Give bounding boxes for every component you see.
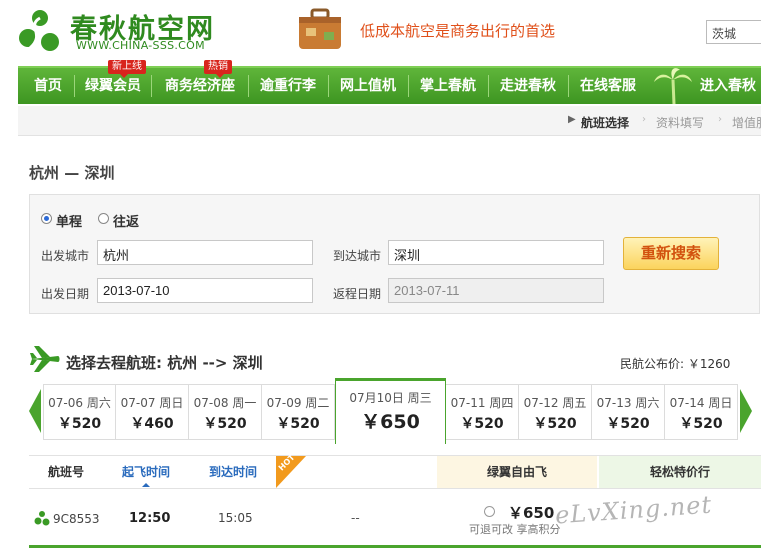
depart-city-input[interactable]: 杭州: [97, 240, 313, 265]
flight-number[interactable]: 9C8553: [53, 512, 100, 526]
date-tab[interactable]: 07-09 周二 ￥520: [262, 384, 335, 440]
depart-date-input[interactable]: 2013-07-10: [97, 278, 313, 303]
col-easy-special: 轻松特价行: [599, 456, 761, 488]
depart-city-label: 出发城市: [41, 249, 90, 263]
search-panel: 单程 往返 出发城市 杭州 到达城市 深圳 出发日期 2013-07-10 返程…: [29, 194, 760, 314]
date-tab[interactable]: 07-11 周四 ￥520: [446, 384, 519, 440]
public-price: 民航公布价: ￥1260: [620, 357, 731, 371]
nav-about[interactable]: 走进春秋: [494, 68, 562, 104]
date-tab[interactable]: 07-08 周一 ￥520: [189, 384, 262, 440]
col-depart-time[interactable]: 起飞时间: [109, 456, 183, 488]
nav-separator: [248, 75, 249, 97]
slogan: 低成本航空是商务出行的首选: [360, 22, 556, 40]
date-price: ￥520: [460, 416, 504, 432]
sort-asc-icon: [142, 483, 150, 487]
round-trip-radio[interactable]: [98, 213, 109, 224]
date-label: 07-14 周日: [669, 396, 733, 410]
top-search-input[interactable]: 茨城: [706, 20, 761, 44]
nav-excess-baggage[interactable]: 逾重行李: [254, 68, 322, 104]
col-arrive-time[interactable]: 到达时间: [193, 456, 273, 488]
nav-online-service[interactable]: 在线客服: [574, 68, 642, 104]
col-depart-time-label: 起飞时间: [121, 465, 170, 479]
prev-dates-arrow-icon[interactable]: [29, 389, 41, 433]
palm-tree-icon: [654, 68, 692, 104]
return-date-input[interactable]: 2013-07-11: [388, 278, 604, 303]
date-tab[interactable]: 07-12 周五 ￥520: [519, 384, 592, 440]
site-header: 春秋航空网 WWW.CHINA-SSS.COM 低成本航空是商务出行的首选 茨城: [0, 0, 761, 66]
nav-enter-spring[interactable]: 进入春秋: [700, 68, 761, 104]
return-date-label: 返程日期: [333, 287, 382, 301]
col-flight-no: 航班号: [47, 465, 84, 479]
flight-table-header: 航班号 起飞时间 到达时间 HOT 商务经济座 绿翼自由飞 轻松特价行: [29, 453, 761, 489]
main-nav: 首页 绿翼会员 新上线 商务经济座 热销 逾重行李 网上值机 掌上春航 走进春秋…: [18, 60, 761, 104]
date-price: ￥650: [361, 411, 420, 433]
green-free-price: ￥650: [508, 504, 555, 522]
date-tab[interactable]: 07-13 周六 ￥520: [592, 384, 665, 440]
step-value-added: 增值服: [732, 116, 761, 130]
date-tab-selected[interactable]: 07月10日 周三 ￥650: [335, 378, 446, 444]
step-arrow-icon: ›: [718, 114, 722, 125]
date-price: ￥520: [57, 416, 102, 432]
date-label: 07-07 周日: [120, 396, 184, 410]
one-way-label[interactable]: 单程: [56, 211, 82, 230]
nav-separator: [74, 75, 75, 97]
date-tab[interactable]: 07-07 周日 ￥460: [116, 384, 189, 440]
date-price: ￥520: [679, 416, 723, 432]
depart-time: 12:50: [129, 511, 171, 526]
nav-home[interactable]: 首页: [28, 68, 68, 104]
logo-domain: WWW.CHINA-SSS.COM: [76, 39, 205, 52]
step-arrow-icon: ▶: [568, 114, 576, 125]
date-selector: 07-06 周六 ￥520 07-07 周日 ￥460 07-08 周一 ￥52…: [29, 378, 761, 445]
date-tab[interactable]: 07-14 周日 ￥520: [665, 384, 738, 440]
date-label: 07-06 周六: [48, 396, 111, 410]
one-way-radio[interactable]: [41, 213, 52, 224]
round-trip-label[interactable]: 往返: [113, 211, 139, 230]
spring-logo-icon[interactable]: [16, 8, 64, 56]
nav-separator: [488, 75, 489, 97]
date-label: 07-11 周四: [450, 396, 514, 410]
depart-date-label: 出发日期: [41, 287, 90, 301]
hot-sale-badge: 热销: [204, 60, 232, 78]
date-price: ￥520: [203, 416, 247, 432]
date-label: 07-09 周二: [266, 396, 330, 410]
suitcase-icon: [299, 8, 341, 49]
date-price: ￥460: [130, 416, 174, 432]
step-arrow-icon: ›: [642, 114, 646, 125]
date-price: ￥520: [276, 416, 320, 432]
date-tab[interactable]: 07-06 周六 ￥520: [43, 384, 116, 440]
nav-mobile[interactable]: 掌上春航: [414, 68, 482, 104]
arrive-time: 15:05: [218, 511, 253, 525]
arrive-city-label: 到达城市: [333, 249, 382, 263]
col-green-free: 绿翼自由飞: [437, 456, 597, 488]
date-label: 07月10日 周三: [349, 391, 432, 405]
nav-online-checkin[interactable]: 网上值机: [334, 68, 402, 104]
airline-logo-icon: [34, 511, 50, 526]
green-free-note: 可退可改 享高积分: [469, 523, 561, 536]
date-label: 07-12 周五: [523, 396, 587, 410]
research-button[interactable]: 重新搜索: [623, 237, 719, 270]
green-free-radio[interactable]: [484, 506, 495, 517]
nav-separator: [408, 75, 409, 97]
date-label: 07-13 周六: [596, 396, 660, 410]
step-info-fill: 资料填写: [656, 116, 705, 130]
business-price: --: [351, 511, 360, 525]
date-price: ￥520: [606, 416, 650, 432]
new-badge: 新上线: [108, 60, 146, 78]
date-price: ￥520: [533, 416, 577, 432]
nav-separator: [568, 75, 569, 97]
booking-steps: ▶ 航班选择 › 资料填写 › 增值服: [18, 106, 761, 136]
nav-separator: [328, 75, 329, 97]
route-title: 杭州 — 深圳: [29, 164, 115, 182]
date-label: 07-08 周一: [193, 396, 257, 410]
nav-separator: [151, 75, 152, 97]
step-flight-select: 航班选择: [581, 116, 630, 130]
arrive-city-input[interactable]: 深圳: [388, 240, 604, 265]
airplane-icon: [30, 346, 60, 372]
flight-select-title: 选择去程航班: 杭州 --> 深圳: [66, 354, 263, 372]
next-dates-arrow-icon[interactable]: [740, 389, 752, 433]
